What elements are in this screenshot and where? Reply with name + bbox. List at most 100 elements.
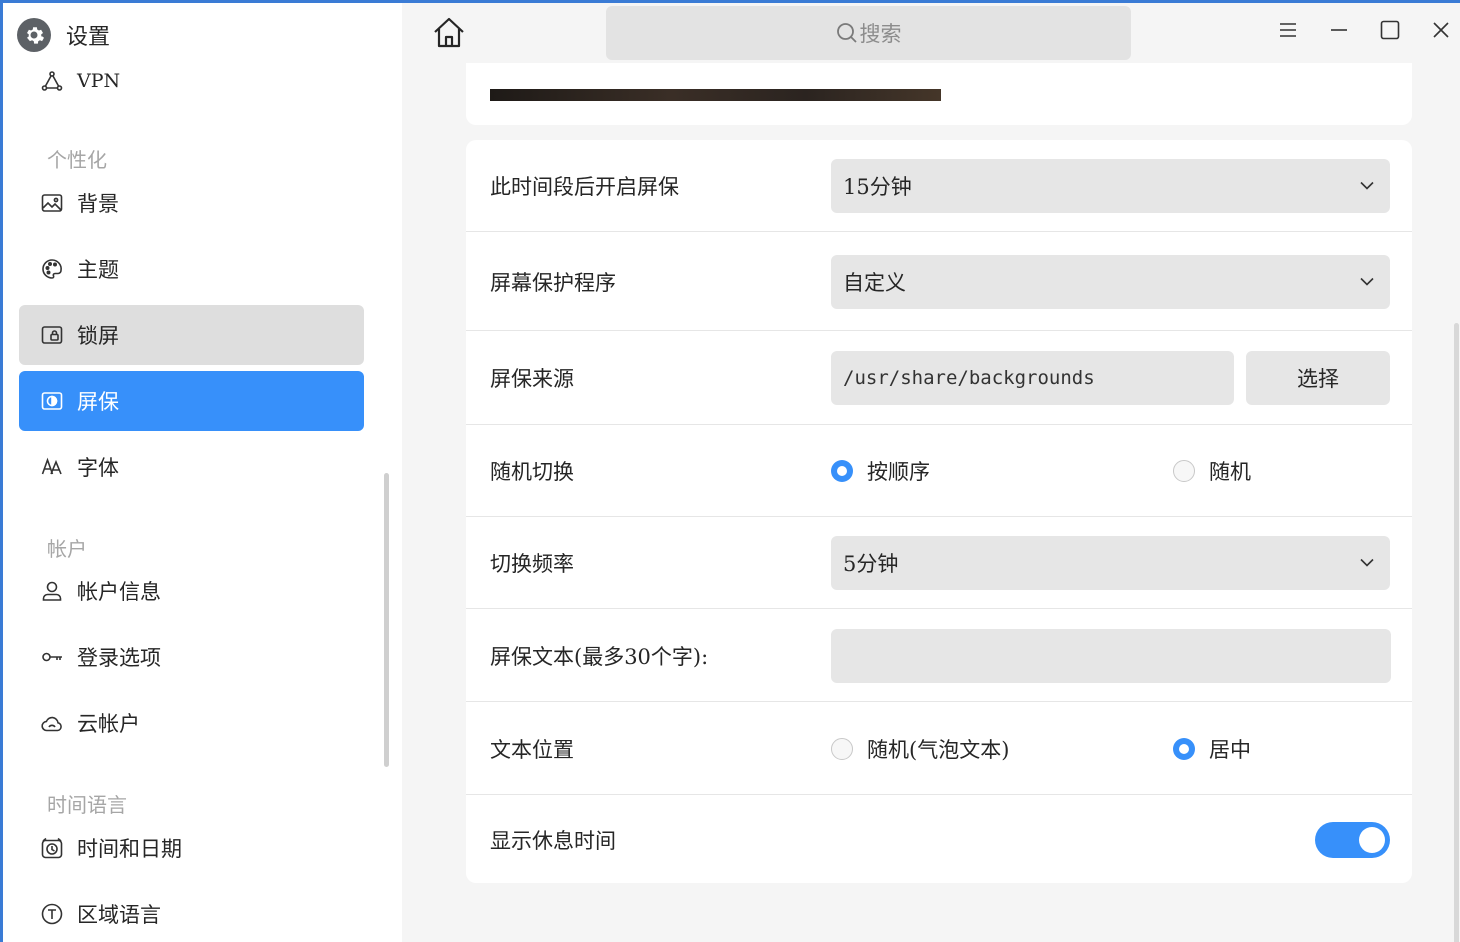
sidebar: 设置 VPN 个性化 背景 主题 锁屏 屏保 字体 帐户 帐户信息 登录选项 云… bbox=[3, 3, 402, 942]
frequency-dropdown[interactable]: 5分钟 bbox=[831, 536, 1390, 590]
group-time-language: 时间语言 bbox=[47, 793, 127, 817]
chevron-down-icon bbox=[1360, 277, 1374, 286]
radio-bubble-random[interactable]: 随机(气泡文本) bbox=[831, 734, 1009, 764]
sidebar-scrollbar[interactable] bbox=[384, 473, 389, 767]
radio-unchecked bbox=[831, 737, 853, 760]
frequency-label: 切换频率 bbox=[490, 552, 574, 576]
sidebar-item-label: 字体 bbox=[77, 456, 119, 480]
user-icon bbox=[41, 580, 63, 602]
sidebar-item-datetime[interactable]: 时间和日期 bbox=[19, 818, 364, 878]
radio-random[interactable]: 随机 bbox=[1173, 456, 1251, 486]
menu-button[interactable] bbox=[1273, 17, 1303, 47]
search-input[interactable]: 搜索 bbox=[606, 6, 1131, 60]
radio-label: 随机 bbox=[1209, 460, 1251, 484]
close-button[interactable] bbox=[1426, 17, 1456, 47]
search-icon bbox=[836, 22, 858, 44]
maximize-button[interactable] bbox=[1375, 17, 1405, 47]
setting-row-text-position: 文本位置 随机(气泡文本) 居中 bbox=[466, 703, 1412, 795]
radio-label: 随机(气泡文本) bbox=[867, 737, 1010, 762]
sidebar-item-login-options[interactable]: 登录选项 bbox=[19, 627, 364, 687]
setting-row-program: 屏幕保护程序 自定义 bbox=[466, 233, 1412, 331]
idle-time-dropdown[interactable]: 15分钟 bbox=[831, 158, 1390, 213]
radio-in-order[interactable]: 按顺序 bbox=[831, 456, 930, 486]
cloud-icon bbox=[41, 712, 63, 734]
close-icon bbox=[1432, 21, 1450, 43]
settings-app-icon bbox=[17, 18, 51, 52]
source-path-value: /usr/share/backgrounds bbox=[843, 367, 1095, 389]
program-dropdown[interactable]: 自定义 bbox=[831, 254, 1390, 309]
source-label: 屏保来源 bbox=[490, 367, 574, 391]
sidebar-item-label: VPN bbox=[77, 70, 121, 92]
setting-row-random-switch: 随机切换 按顺序 随机 bbox=[466, 426, 1412, 517]
screensaver-icon bbox=[41, 390, 63, 412]
vpn-icon bbox=[41, 70, 63, 92]
language-icon bbox=[41, 903, 63, 925]
setting-row-text: 屏保文本(最多30个字): bbox=[466, 610, 1412, 702]
text-position-label: 文本位置 bbox=[490, 737, 574, 762]
program-label: 屏幕保护程序 bbox=[490, 270, 616, 295]
maximize-icon bbox=[1380, 20, 1400, 44]
program-value: 自定义 bbox=[843, 270, 906, 295]
setting-row-idle-time: 此时间段后开启屏保 15分钟 bbox=[466, 140, 1412, 232]
sidebar-item-vpn[interactable]: VPN bbox=[19, 51, 364, 111]
show-rest-label: 显示休息时间 bbox=[490, 828, 616, 853]
sidebar-item-label: 背景 bbox=[77, 192, 119, 216]
sidebar-item-account-info[interactable]: 帐户信息 bbox=[19, 561, 364, 621]
source-path-field[interactable]: /usr/share/backgrounds bbox=[831, 351, 1234, 405]
sidebar-item-label: 区域语言 bbox=[77, 903, 161, 927]
clock-icon bbox=[41, 837, 63, 859]
radio-label: 按顺序 bbox=[867, 460, 930, 484]
sidebar-item-label: 屏保 bbox=[77, 390, 119, 414]
sidebar-item-label: 登录选项 bbox=[77, 646, 161, 670]
palette-icon bbox=[41, 258, 63, 280]
sidebar-item-font[interactable]: 字体 bbox=[19, 437, 364, 497]
show-rest-toggle[interactable] bbox=[1315, 821, 1390, 858]
content-scrollbar[interactable] bbox=[1454, 323, 1459, 942]
chevron-down-icon bbox=[1360, 181, 1374, 190]
random-switch-label: 随机切换 bbox=[490, 460, 574, 484]
hamburger-icon bbox=[1279, 22, 1297, 42]
font-icon bbox=[41, 456, 63, 478]
sidebar-item-lockscreen[interactable]: 锁屏 bbox=[19, 305, 364, 365]
sidebar-item-background[interactable]: 背景 bbox=[19, 173, 364, 233]
toggle-knob bbox=[1359, 826, 1385, 853]
sidebar-item-label: 主题 bbox=[77, 258, 119, 282]
screensaver-settings-card: 此时间段后开启屏保 15分钟 屏幕保护程序 自定义 屏保来源 /usr/shar… bbox=[466, 140, 1412, 883]
idle-time-value: 15分钟 bbox=[843, 174, 912, 199]
sidebar-item-cloud-account[interactable]: 云帐户 bbox=[19, 693, 364, 753]
text-label: 屏保文本(最多30个字): bbox=[490, 644, 709, 669]
app-title: 设置 bbox=[66, 25, 111, 50]
setting-row-frequency: 切换频率 5分钟 bbox=[466, 518, 1412, 609]
radio-unchecked bbox=[1173, 460, 1195, 482]
image-icon bbox=[41, 192, 63, 214]
chevron-down-icon bbox=[1360, 558, 1374, 568]
setting-row-show-rest: 显示休息时间 bbox=[466, 796, 1412, 883]
setting-row-source: 屏保来源 /usr/share/backgrounds 选择 bbox=[466, 332, 1412, 425]
radio-center[interactable]: 居中 bbox=[1173, 734, 1251, 764]
idle-time-label: 此时间段后开启屏保 bbox=[490, 174, 679, 199]
sidebar-item-screensaver[interactable]: 屏保 bbox=[19, 371, 364, 431]
sidebar-item-label: 帐户信息 bbox=[77, 580, 161, 604]
home-icon bbox=[432, 16, 466, 54]
screensaver-text-field[interactable] bbox=[831, 628, 1391, 683]
app-header: 设置 bbox=[17, 17, 110, 53]
lockscreen-icon bbox=[41, 324, 63, 346]
screensaver-preview-image bbox=[490, 89, 941, 101]
minimize-button[interactable] bbox=[1324, 17, 1354, 47]
key-icon bbox=[41, 646, 63, 668]
sidebar-item-theme[interactable]: 主题 bbox=[19, 239, 364, 299]
screensaver-preview-card bbox=[466, 63, 1412, 125]
sidebar-item-label: 时间和日期 bbox=[77, 837, 182, 861]
radio-checked bbox=[1173, 737, 1195, 760]
sidebar-item-label: 锁屏 bbox=[77, 324, 119, 348]
frequency-value: 5分钟 bbox=[843, 552, 899, 576]
radio-label: 居中 bbox=[1209, 737, 1251, 762]
home-button[interactable] bbox=[431, 17, 467, 53]
choose-source-button[interactable]: 选择 bbox=[1246, 351, 1390, 405]
sidebar-item-label: 云帐户 bbox=[77, 712, 140, 736]
radio-checked bbox=[831, 460, 853, 482]
settings-window: 设置 VPN 个性化 背景 主题 锁屏 屏保 字体 帐户 帐户信息 登录选项 云… bbox=[3, 3, 1460, 942]
group-account: 帐户 bbox=[47, 537, 87, 561]
sidebar-item-region-language[interactable]: 区域语言 bbox=[19, 884, 364, 942]
group-personalize: 个性化 bbox=[47, 148, 107, 172]
